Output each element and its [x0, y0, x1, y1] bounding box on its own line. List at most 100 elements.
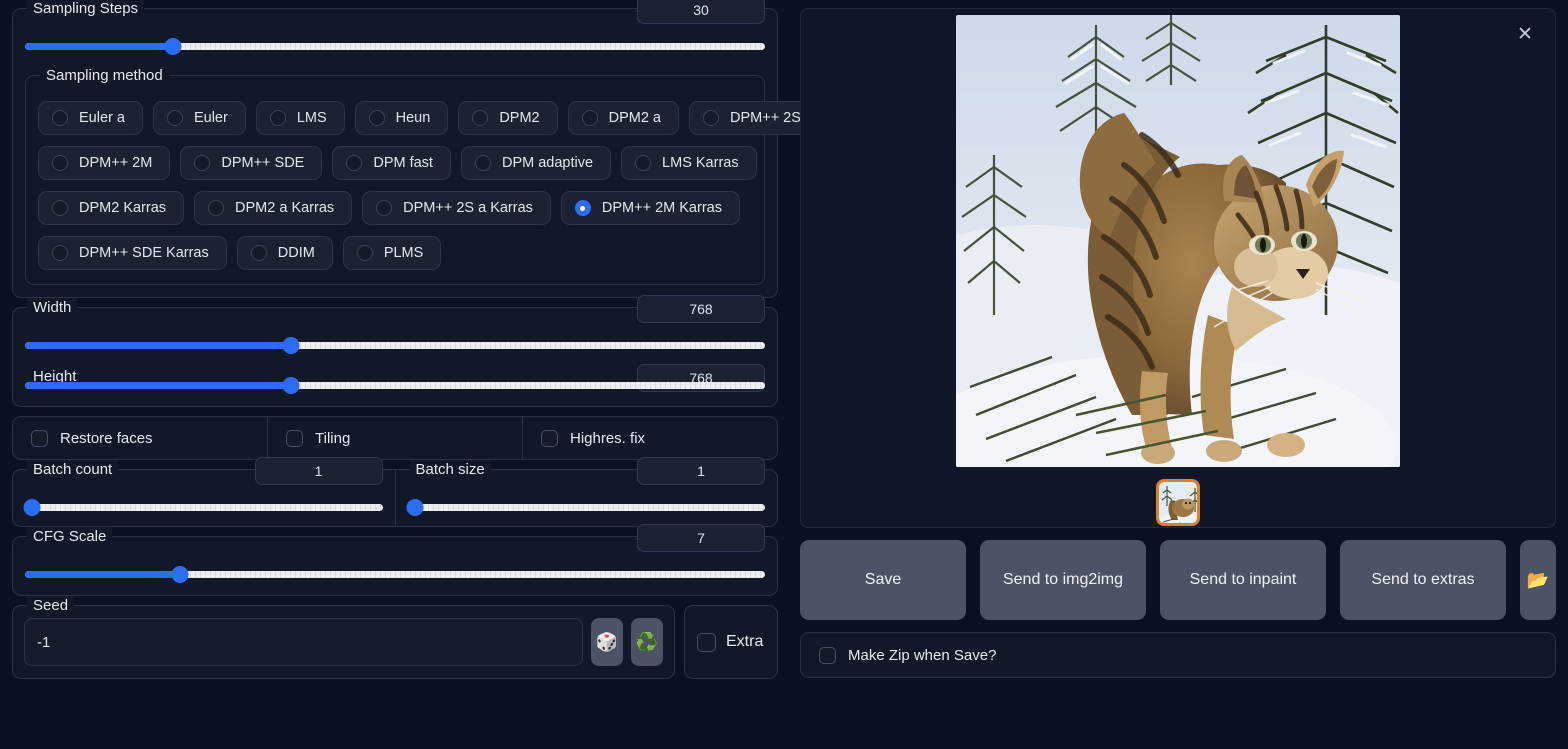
slider-fill: [25, 342, 292, 349]
settings-column: Sampling Steps 30 Sampling method Euler …: [0, 0, 832, 749]
slider-thumb[interactable]: [23, 499, 41, 516]
cfg-scale-slider[interactable]: [25, 566, 765, 583]
sampler-label: DPM fast: [373, 155, 433, 171]
sampler-option-dpm2-karras[interactable]: DPM2 Karras: [38, 191, 185, 225]
sampler-label: DDIM: [277, 245, 315, 261]
sampling-steps-label: Sampling Steps: [27, 0, 145, 18]
highres-fix-toggle[interactable]: Highres. fix: [523, 417, 777, 459]
checkbox-icon[interactable]: [286, 429, 303, 447]
cfg-scale-value[interactable]: 7: [637, 524, 765, 552]
restore-faces-toggle[interactable]: Restore faces: [13, 417, 268, 459]
recycle-icon[interactable]: ♻️: [631, 618, 663, 666]
sampler-option-dpm2-a-karras[interactable]: DPM2 a Karras: [194, 191, 353, 225]
batch-count-slider[interactable]: [23, 499, 383, 516]
sampler-label: PLMS: [383, 245, 424, 261]
sampling-steps-slider[interactable]: [25, 38, 765, 55]
sampler-option-plms[interactable]: PLMS: [342, 236, 442, 270]
extra-label: Extra: [726, 633, 764, 650]
radio-icon: [368, 110, 385, 126]
batch-count-value[interactable]: 1: [254, 457, 383, 485]
radio-icon: [474, 155, 491, 171]
width-value[interactable]: 768: [637, 295, 765, 323]
sampler-label: Heun: [395, 110, 431, 126]
sampler-option-dpmpp-2m-karras[interactable]: DPM++ 2M Karras: [560, 191, 740, 225]
slider-thumb[interactable]: [406, 499, 424, 516]
radio-icon: [376, 200, 393, 216]
dice-glyph: 🎲: [595, 632, 619, 652]
sampling-steps-value[interactable]: 30: [637, 0, 765, 24]
send-to-inpaint-button[interactable]: Send to inpaint: [1160, 540, 1326, 620]
send-to-img2img-button[interactable]: Send to img2img: [980, 540, 1146, 620]
seed-row: Seed -1 🎲 ♻️ Extra: [12, 596, 778, 679]
extra-toggle[interactable]: Extra: [684, 605, 778, 679]
sampler-option-dpmpp-sde[interactable]: DPM++ SDE: [180, 146, 323, 180]
sampler-option-dpm2[interactable]: DPM2: [458, 101, 558, 135]
radio-icon: [581, 110, 598, 126]
sampler-label: DPM++ SDE Karras: [79, 245, 209, 261]
slider-thumb[interactable]: [282, 377, 300, 394]
radio-icon: [52, 245, 68, 261]
sampling-method-row: DPM2 Karras DPM2 a Karras DPM++ 2S a Kar…: [38, 191, 752, 225]
sampler-option-euler-a[interactable]: Euler a: [38, 101, 143, 135]
sampler-option-dpmpp-sde-karras[interactable]: DPM++ SDE Karras: [38, 236, 227, 270]
slider-thumb[interactable]: [171, 566, 189, 583]
make-zip-label: Make Zip when Save?: [848, 646, 997, 664]
tiling-toggle[interactable]: Tiling: [268, 417, 523, 459]
close-icon[interactable]: ✕: [1515, 25, 1535, 45]
sampler-label: DPM++ 2S a Karras: [403, 200, 533, 216]
seed-value: -1: [37, 633, 51, 651]
sampler-option-dpm2-a[interactable]: DPM2 a: [567, 101, 679, 135]
thumbnail-image: [1159, 482, 1197, 523]
slider-fill: [25, 43, 173, 50]
gallery-thumbnail-selected[interactable]: [1156, 479, 1200, 526]
sampler-option-dpm-adaptive[interactable]: DPM adaptive: [460, 146, 612, 180]
sampler-option-ddim[interactable]: DDIM: [236, 236, 333, 270]
sampler-option-dpm-fast[interactable]: DPM fast: [332, 146, 451, 180]
sampler-option-lms[interactable]: LMS: [255, 101, 345, 135]
seed-input[interactable]: -1: [24, 618, 583, 666]
radio-icon: [635, 155, 652, 171]
height-slider[interactable]: [25, 377, 765, 394]
recycle-glyph: ♻️: [635, 632, 659, 652]
radio-icon: [703, 110, 719, 126]
sampler-option-dpmpp-2s-a-karras[interactable]: DPM++ 2S a Karras: [362, 191, 551, 225]
width-label: Width: [27, 298, 78, 317]
seed-panel: Seed -1 🎲 ♻️: [12, 596, 675, 679]
slider-thumb[interactable]: [282, 337, 300, 354]
radio-icon: [472, 110, 489, 126]
checkbox-icon[interactable]: [819, 646, 836, 664]
cfg-scale-label: CFG Scale: [27, 527, 113, 546]
generated-image[interactable]: [956, 15, 1400, 467]
sampler-option-lms-karras[interactable]: LMS Karras: [621, 146, 757, 180]
width-slider[interactable]: [25, 337, 765, 354]
sampler-label: DPM2 Karras: [79, 200, 167, 216]
slider-thumb[interactable]: [164, 38, 182, 55]
sampling-method-group: Sampling method Euler a Euler LMS Heun D…: [25, 66, 832, 285]
sampler-label: LMS: [296, 110, 327, 126]
sampler-option-heun[interactable]: Heun: [354, 101, 449, 135]
checkbox-icon[interactable]: [31, 429, 48, 447]
gallery-thumbnails: [1156, 479, 1200, 526]
radio-icon: [346, 155, 363, 171]
sampler-label: DPM2 a: [608, 110, 661, 126]
checkbox-icon[interactable]: [697, 632, 716, 652]
make-zip-toggle[interactable]: Make Zip when Save?: [800, 632, 1556, 678]
seed-label: Seed: [27, 596, 75, 615]
checkbox-icon[interactable]: [541, 429, 558, 447]
batch-size-slider[interactable]: [406, 499, 765, 516]
save-button[interactable]: Save: [800, 540, 966, 620]
radio-icon: [356, 245, 373, 261]
send-to-extras-button[interactable]: Send to extras: [1340, 540, 1506, 620]
batch-size-value[interactable]: 1: [637, 457, 765, 485]
sampling-method-row: DPM++ 2M DPM++ SDE DPM fast DPM adaptive…: [38, 146, 757, 180]
dice-icon[interactable]: 🎲: [591, 618, 623, 666]
highres-fix-label: Highres. fix: [570, 429, 646, 447]
sampler-label: Euler a: [79, 110, 125, 126]
sampler-option-euler[interactable]: Euler: [152, 101, 246, 135]
sampling-method-label: Sampling method: [40, 66, 169, 85]
open-folder-button[interactable]: 📂: [1520, 540, 1556, 620]
sampling-panel: Sampling Steps 30 Sampling method Euler …: [12, 0, 832, 298]
batch-size-group: Batch size 1: [396, 457, 778, 526]
sampler-option-dpmpp-2m[interactable]: DPM++ 2M: [38, 146, 171, 180]
batch-count-label: Batch count: [27, 460, 119, 479]
